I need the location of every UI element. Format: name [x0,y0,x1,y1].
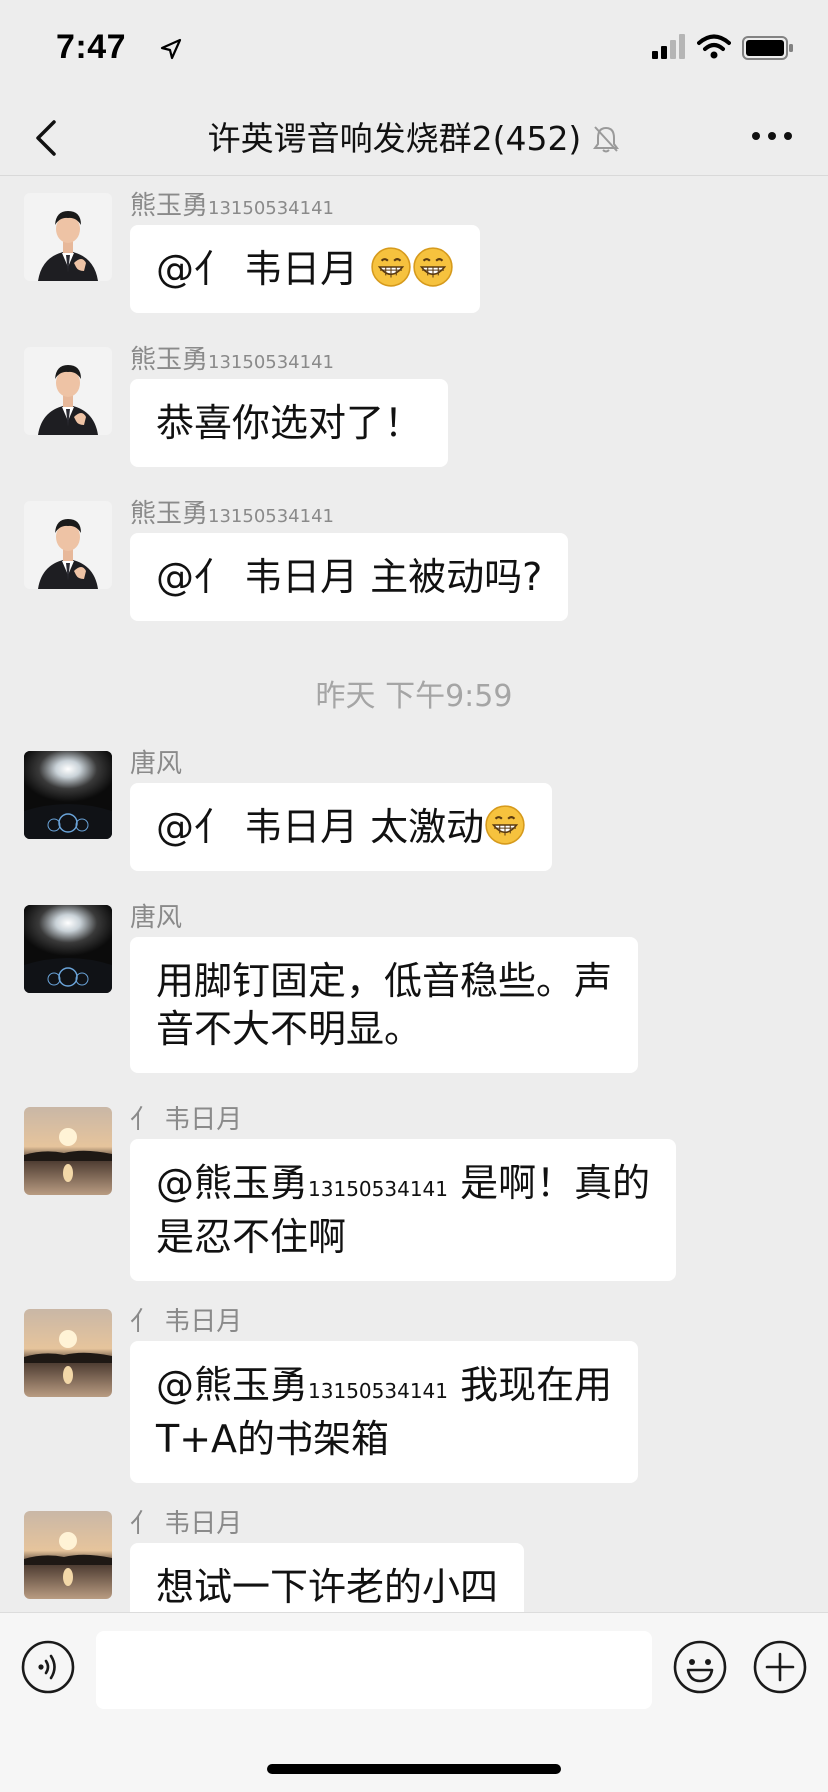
sender-name: 唐风 [130,743,182,780]
message-bubble[interactable]: @熊玉勇13150534141 我现在用 T+A的书架箱 [130,1341,639,1483]
sender-name-text: 亻 韦日月 [130,1509,243,1539]
sender-name: 亻 韦日月 [130,1301,242,1338]
sender-name: 亻 韦日月 [130,1503,242,1540]
avatar[interactable] [24,751,112,839]
message-text-line: 音不大不明显。 [156,1007,423,1051]
avatar[interactable] [24,1511,112,1599]
mention[interactable]: @熊玉勇 [156,1363,308,1407]
avatar[interactable] [24,1309,112,1397]
voice-icon [21,1640,75,1694]
message-bubble[interactable]: @亻 韦日月 [130,225,481,313]
message-text-line: T+A的书架箱 [156,1417,390,1461]
mention-sub: 13150534141 [308,1379,448,1403]
message-text: 恭喜你选对了！ [156,401,423,445]
plus-circle-icon [753,1640,807,1694]
message-text: @亻 韦日月 [156,247,371,291]
status-time: 7:47 [56,28,127,66]
avatar[interactable] [24,501,112,589]
sender-name-text: 熊玉勇 [130,191,209,221]
message-text: @亻 韦日月 主被动吗? [156,555,543,599]
sender-name-text: 唐风 [130,749,183,779]
grin-emoji-icon [484,804,526,846]
mention-sub: 13150534141 [308,1177,448,1201]
message-text-line: @熊玉勇13150534141 我现在用 [156,1361,612,1415]
sender-name-text: 熊玉勇 [130,345,209,375]
avatar[interactable] [24,905,112,993]
message-text-line: 用脚钉固定，低音稳些。声 [156,959,613,1003]
sender-name-text: 唐风 [130,903,183,933]
message-bubble[interactable]: 恭喜你选对了！ [130,379,449,467]
message-bubble[interactable]: 想试一下许老的小四 [130,1543,525,1612]
message-text: 想试一下许老的小四 [156,1565,499,1609]
message-input[interactable] [96,1631,652,1709]
chat-timestamp: 昨天 下午9:59 [315,679,513,714]
location-arrow-icon [160,38,182,60]
sender-name-sub: 13150534141 [208,198,334,219]
more-button[interactable] [750,128,794,148]
sender-name: 熊玉勇13150534141 [130,493,334,530]
message-bubble[interactable]: @亻 韦日月 主被动吗? [130,533,569,621]
chat-area[interactable]: 熊玉勇13150534141 @亻 韦日月 熊玉勇13150534141 恭喜你… [0,177,828,1612]
sender-name: 熊玉勇13150534141 [130,339,334,376]
message-bubble[interactable]: 用脚钉固定，低音稳些。声 音不大不明显。 [130,937,639,1073]
message-text-line: @熊玉勇13150534141 是啊！真的 [156,1159,650,1213]
voice-button[interactable] [20,1639,76,1699]
message-bubble[interactable]: @亻 韦日月 太激动 [130,783,553,871]
grin-emoji-icon [370,246,412,288]
sender-name: 熊玉勇13150534141 [130,185,334,222]
sender-name: 唐风 [130,897,182,934]
sender-name-text: 熊玉勇 [130,499,209,529]
message-text-line: 是忍不住啊 [156,1215,347,1259]
sender-name-sub: 13150534141 [208,352,334,373]
cellular-signal-icon [652,34,685,59]
grin-emoji-icon [412,246,454,288]
nav-title-wrap: 许英谔音响发烧群2(452) [0,112,828,164]
emoji-face-icon [673,1640,727,1694]
mute-bell-icon [593,125,620,152]
nav-bar: 许英谔音响发烧群2(452) [0,100,828,176]
home-indicator[interactable] [267,1764,561,1774]
sender-name-sub: 13150534141 [208,506,334,527]
sender-name: 亻 韦日月 [130,1099,242,1136]
message-text: 我现在用 [448,1363,613,1407]
sender-name-text: 亻 韦日月 [130,1105,243,1135]
message-text: @亻 韦日月 太激动 [156,805,485,849]
sender-name-text: 亻 韦日月 [130,1307,243,1337]
mention[interactable]: @熊玉勇 [156,1161,308,1205]
avatar[interactable] [24,347,112,435]
plus-button[interactable] [752,1639,808,1699]
avatar[interactable] [24,193,112,281]
chat-title: 许英谔音响发烧群2(452) [207,118,582,158]
emoji-button[interactable] [672,1639,728,1699]
message-bubble[interactable]: @熊玉勇13150534141 是啊！真的 是忍不住啊 [130,1139,677,1281]
wifi-icon [697,34,731,59]
status-bar: 7:47 [0,0,828,100]
avatar[interactable] [24,1107,112,1195]
more-dots-icon [752,132,792,140]
message-text: 是啊！真的 [448,1161,651,1205]
battery-icon [742,36,793,60]
